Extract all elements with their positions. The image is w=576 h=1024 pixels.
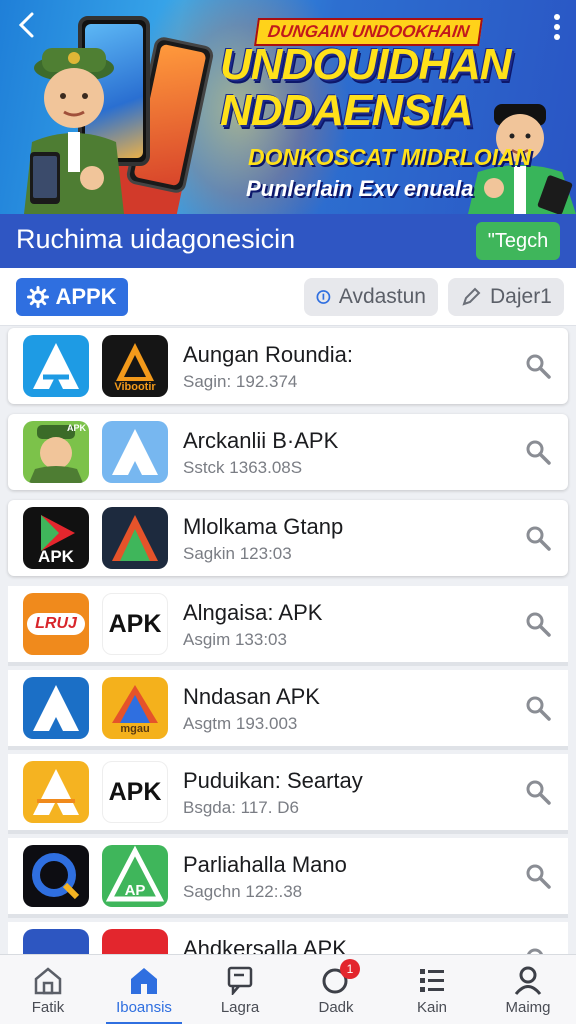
app-icon-secondary [102, 507, 168, 569]
app-icon-secondary: Vibootir [102, 335, 168, 397]
nav-item-lagra[interactable]: Lagra [192, 955, 288, 1024]
nav-item-fatik[interactable]: Fatik [0, 955, 96, 1024]
app-list-item[interactable]: APK Arckanlii B·APK Sstck 1363.08S [8, 414, 568, 490]
app-icon [23, 761, 89, 823]
app-list-item[interactable]: mgau Nndasan APK Asgtm 193.003 [8, 670, 568, 750]
app-meta: Bsgda: 117. D6 [183, 798, 299, 817]
app-meta: Asgim 133:03 [183, 630, 287, 649]
filter-bar: APPK Avdastun Dajer1 [0, 268, 576, 326]
search-icon[interactable] [524, 524, 552, 552]
app-meta: Sagin: 192.374 [183, 372, 298, 391]
search-icon[interactable] [524, 946, 552, 954]
nav-label: Iboansis [116, 999, 172, 1016]
nav-label: Fatik [31, 999, 65, 1016]
filter-chip-2-label: Dajer1 [490, 285, 552, 308]
nav-item-dadk[interactable]: 1 Dadk [288, 955, 384, 1024]
search-icon[interactable] [524, 778, 552, 806]
app-name: Puduikan: Seartay [183, 768, 363, 793]
app-list-item[interactable]: LRUJ APK Alngaisa: APK Asgim 133:03 [8, 586, 568, 666]
app-icon: APK [23, 507, 89, 569]
app-name: Arckanlii B·APK [183, 428, 339, 453]
app-icon-text: mgau [120, 723, 150, 735]
search-icon[interactable] [524, 694, 552, 722]
app-icon-text: LRUJ [35, 615, 77, 632]
app-list: Vibootir Aungan Roundia: Sagin: 192.374 … [0, 326, 576, 954]
app-meta: Sagchn 122:.38 [183, 882, 303, 901]
search-icon[interactable] [524, 352, 552, 380]
app-icon-secondary: APK [102, 761, 168, 823]
app-meta: Asgtm 193.003 [183, 714, 298, 733]
home-filled-icon [131, 968, 157, 994]
bottom-navigation: Fatik Iboansis Lagra 1 Dadk Kain Maimg [0, 954, 576, 1024]
banner-title-line2: NDDAENSIA [220, 86, 474, 135]
app-icon-secondary: AP [102, 845, 168, 907]
app-icon [23, 845, 89, 907]
search-icon[interactable] [524, 438, 552, 466]
message-icon [227, 966, 253, 995]
more-vertical-icon[interactable] [550, 12, 564, 42]
search-icon[interactable] [524, 862, 552, 890]
app-icon-text-secondary: APK [108, 778, 162, 806]
notification-badge: 1 [340, 959, 360, 979]
search-icon[interactable] [524, 610, 552, 638]
app-icon [23, 677, 89, 739]
app-icon [23, 929, 89, 954]
app-icon-text-secondary: APK [108, 610, 162, 638]
app-meta: Sagkin 123:03 [183, 544, 292, 563]
app-icon-secondary [102, 421, 168, 483]
app-icon-text: APK [38, 547, 74, 566]
nav-item-iboansis[interactable]: Iboansis [96, 955, 192, 1024]
app-meta: Sstck 1363.08S [183, 458, 303, 477]
back-arrow-icon[interactable] [12, 10, 42, 40]
app-icon-secondary [102, 929, 168, 954]
app-icon: APK [23, 421, 89, 483]
filter-chip-2[interactable]: Dajer1 [448, 278, 564, 316]
app-icon-secondary: mgau [102, 677, 168, 739]
app-name: Nndasan APK [183, 684, 320, 709]
section-title: Ruchima uidagonesicin [16, 224, 296, 254]
soldier-mascot-illustration [24, 48, 124, 214]
app-icon: LRUJ [23, 593, 89, 655]
nav-item-maimg[interactable]: Maimg [480, 955, 576, 1024]
tag-button[interactable]: "Tegch [476, 222, 560, 260]
app-list-item[interactable]: APK Mlolkama Gtanp Sagkin 123:03 [8, 500, 568, 576]
section-header: Ruchima uidagonesicin "Tegch [0, 214, 576, 268]
nav-label: Kain [416, 999, 448, 1016]
nav-label: Maimg [505, 999, 551, 1016]
nav-item-kain[interactable]: Kain [384, 955, 480, 1024]
app-name: Ahdkersalla APK [183, 936, 347, 954]
person-icon [514, 966, 542, 995]
banner-title-line1: UNDOUIDHAN [220, 40, 512, 89]
filter-chip-1[interactable]: Avdastun [304, 278, 438, 316]
app-icon-text: Vibootir [114, 381, 156, 393]
app-name: Aungan Roundia: [183, 342, 354, 367]
nav-label: Lagra [220, 999, 260, 1016]
gear-icon [27, 286, 50, 308]
promo-banner[interactable]: DUNGAIN UNDOOKHAIN UNDOUIDHAN NDDAENSIA … [0, 0, 576, 214]
app-icon-secondary: APK [102, 593, 168, 655]
app-list-item[interactable]: Ahdkersalla APK [8, 922, 568, 954]
list-icon [420, 969, 444, 992]
filter-chip-1-label: Avdastun [338, 285, 426, 308]
banner-subtitle: DONKOSCAT MIDRLOIAN [248, 144, 532, 170]
app-list-item[interactable]: Vibootir Aungan Roundia: Sagin: 192.374 [8, 328, 568, 404]
app-list-item[interactable]: AP Parliahalla Mano Sagchn 122:.38 [8, 838, 568, 918]
apk-filter-label: APPK [55, 284, 117, 309]
app-name: Parliahalla Mano [183, 852, 347, 877]
apk-filter-button[interactable]: APPK [16, 278, 128, 316]
banner-title: UNDOUIDHAN NDDAENSIA [220, 42, 540, 134]
app-name: Alngaisa: APK [183, 600, 323, 625]
app-icon-text: AP [124, 882, 146, 899]
nav-label: Dadk [318, 999, 354, 1016]
app-name: Mlolkama Gtanp [183, 514, 344, 539]
home-outline-icon [34, 967, 62, 995]
app-icon-text: APK [66, 423, 86, 433]
app-icon [23, 335, 89, 397]
pencil-icon [462, 287, 481, 306]
app-list-item[interactable]: APK Puduikan: Seartay Bsgda: 117. D6 [8, 754, 568, 834]
info-circle-icon [316, 290, 331, 304]
banner-subtitle-2: Punlerlain Exv enuala [246, 176, 474, 201]
